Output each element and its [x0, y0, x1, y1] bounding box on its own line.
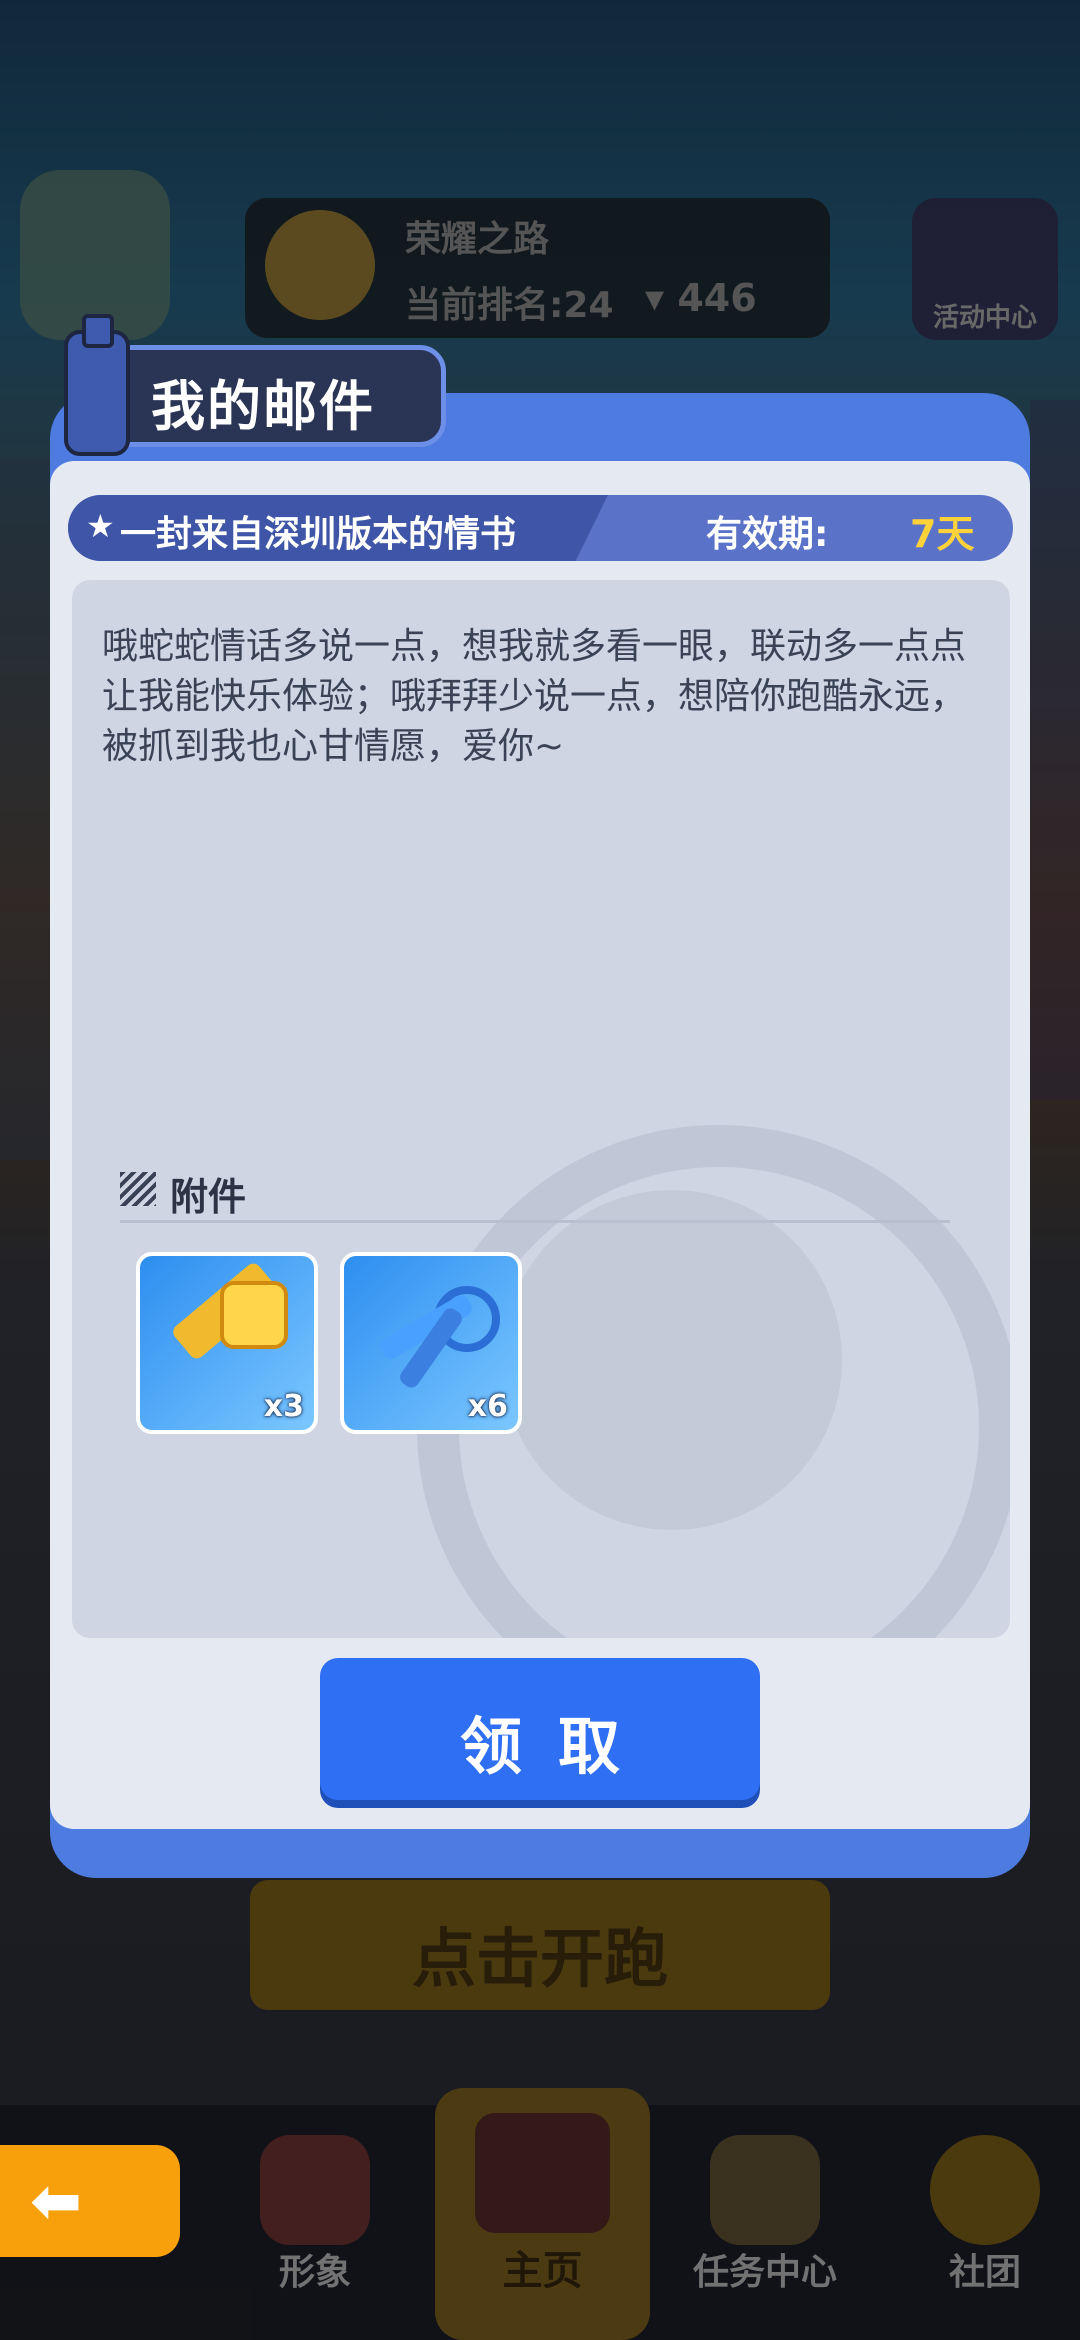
- validity-label: 有效期:: [706, 514, 829, 555]
- mail-header-banner: ★ 一封来自深圳版本的情书 有效期: 7天: [68, 495, 1013, 561]
- divider: [120, 1220, 950, 1223]
- star-icon: ★: [86, 507, 115, 545]
- item-quantity: x3: [263, 1389, 304, 1424]
- attachments-label: 附件: [170, 1175, 247, 1219]
- attachment-item-blue-keys[interactable]: x6: [340, 1252, 522, 1434]
- claim-button-label: 领取: [459, 1710, 656, 1783]
- claim-button[interactable]: 领取: [320, 1658, 760, 1800]
- mail-content: 哦蛇蛇情话多说一点，想我就多看一眼，联动多一点点让我能快乐体验；哦拜拜少说一点，…: [72, 580, 1010, 1638]
- back-arrow-icon: ⬅: [30, 2164, 82, 2237]
- mail-dialog-title: 我的邮件: [151, 375, 375, 438]
- mail-title: 一封来自深圳版本的情书: [120, 514, 517, 555]
- validity-value: 7天: [910, 512, 975, 556]
- attachment-item-gold-key[interactable]: x3: [136, 1252, 318, 1434]
- spray-can-icon: [64, 314, 130, 456]
- attachment-icon: [120, 1172, 156, 1206]
- item-quantity: x6: [467, 1389, 508, 1424]
- back-button[interactable]: ⬅: [0, 2145, 180, 2257]
- mail-message: 哦蛇蛇情话多说一点，想我就多看一眼，联动多一点点让我能快乐体验；哦拜拜少说一点，…: [102, 626, 967, 767]
